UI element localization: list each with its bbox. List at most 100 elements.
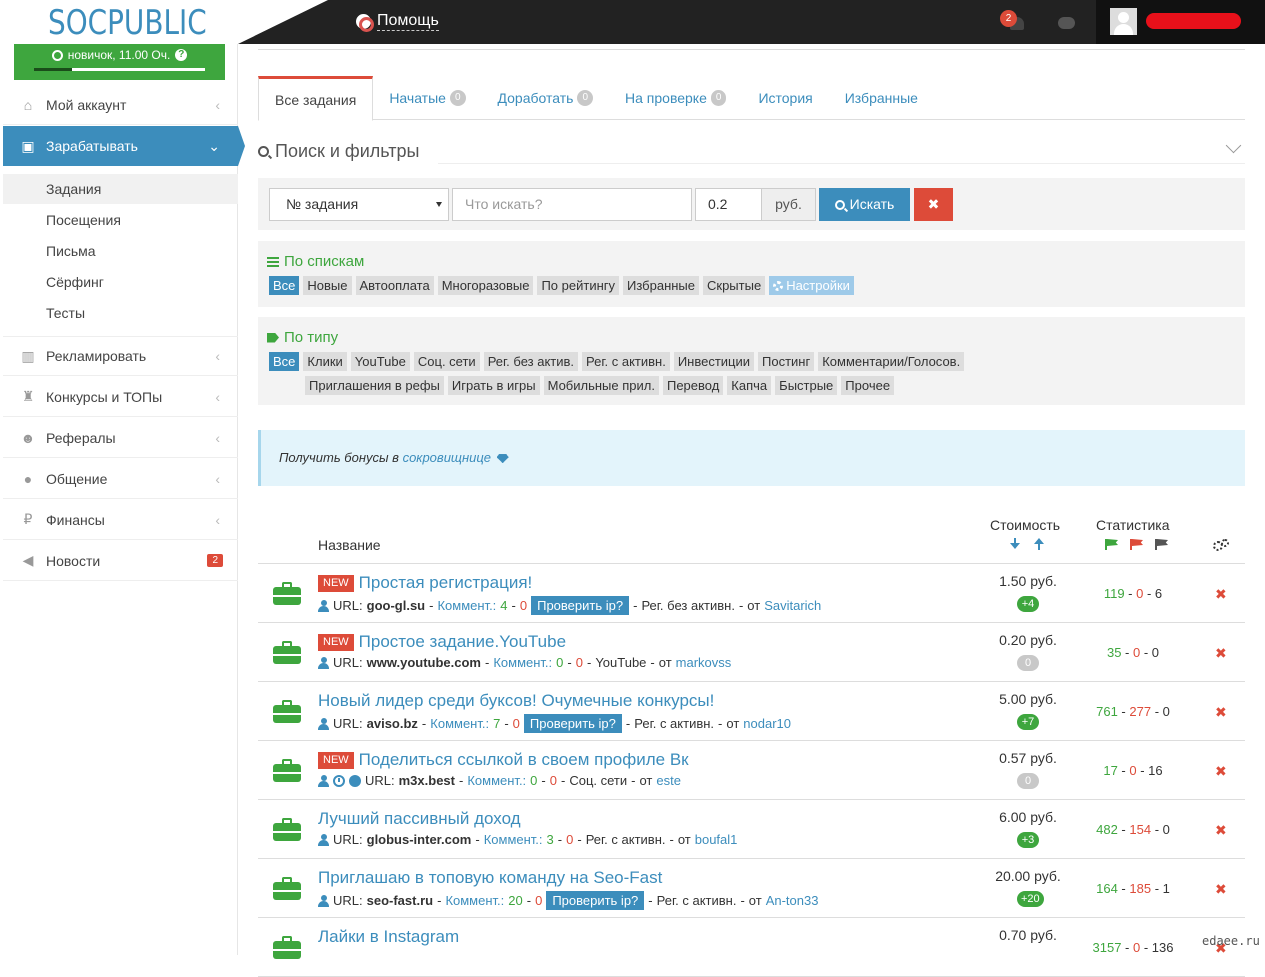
task-stats: 482 - 154 - 0 xyxy=(1078,822,1188,837)
check-ip-button[interactable]: Проверить ip? xyxy=(523,714,622,733)
chip-hidden[interactable]: Скрытые xyxy=(703,276,766,295)
hide-task-button[interactable]: ✖ xyxy=(1215,586,1227,603)
task-title[interactable]: Приглашаю в топовую команду на Seo-Fast xyxy=(318,868,662,888)
help-icon[interactable]: ? xyxy=(175,49,188,61)
sidebar-subitem-tasks[interactable]: Задания xyxy=(3,174,238,204)
tab-on-review[interactable]: На проверке 0 xyxy=(609,76,742,120)
user-icon xyxy=(318,717,329,730)
search-button[interactable]: Искать xyxy=(819,188,910,221)
chip-type-youtube[interactable]: YouTube xyxy=(350,352,410,371)
task-stats: 35 - 0 - 0 xyxy=(1078,645,1188,660)
chip-type-posting[interactable]: Постинг xyxy=(758,352,815,371)
tab-all-tasks[interactable]: Все задания xyxy=(258,76,374,121)
task-title-text: Лайки в Instagram xyxy=(318,927,460,946)
chip-favorites[interactable]: Избранные xyxy=(623,276,699,295)
tab-label: Доработать xyxy=(497,90,574,106)
author-link[interactable]: nodar10 xyxy=(743,716,791,731)
check-ip-button[interactable]: Проверить ip? xyxy=(546,891,645,910)
chip-type-invite[interactable]: Приглашения в рефы xyxy=(305,376,444,395)
comments-link[interactable]: Коммент.: xyxy=(493,655,552,670)
sidebar-item-news[interactable]: ◀ Новости 2 xyxy=(3,541,238,581)
sidebar-item-advertise[interactable]: ▥ Рекламировать ‹ xyxy=(3,336,238,376)
settings-chip[interactable]: Настройки xyxy=(769,276,854,295)
check-ip-button[interactable]: Проверить ip? xyxy=(531,596,630,615)
chip-type-all[interactable]: Все xyxy=(269,352,300,371)
comments-negative: 0 xyxy=(535,893,543,908)
sidebar-item-contests[interactable]: ♜ Конкурсы и ТОПы ‹ xyxy=(3,377,238,417)
author-link[interactable]: este xyxy=(656,773,681,788)
comments-link[interactable]: Коммент.: xyxy=(484,832,543,847)
chip-type-translate[interactable]: Перевод xyxy=(662,376,724,395)
chip-by-rating[interactable]: По рейтингу xyxy=(537,276,619,295)
comments-link[interactable]: Коммент.: xyxy=(430,716,489,731)
task-title[interactable]: NEW Простое задание.YouTube xyxy=(318,632,566,652)
sidebar-item-earn[interactable]: ▣ Зарабатывать ⌄ xyxy=(3,126,245,166)
sort-desc-icon[interactable] xyxy=(1010,538,1020,550)
chip-type-comments[interactable]: Комментарии/Голосов. xyxy=(818,352,965,371)
chip-type-captcha[interactable]: Капча xyxy=(727,376,772,395)
clear-button[interactable]: ✖ xyxy=(914,188,953,221)
url-label: URL: xyxy=(333,716,363,731)
tab-rework[interactable]: Доработать 0 xyxy=(482,76,610,120)
comments-link[interactable]: Коммент.: xyxy=(445,893,504,908)
task-title[interactable]: Новый лидер среди буксов! Очумечные конк… xyxy=(318,691,714,711)
search-input[interactable]: Что искать? xyxy=(452,188,692,221)
comments-link[interactable]: Коммент.: xyxy=(437,598,496,613)
chevron-left-icon: ‹ xyxy=(215,96,220,113)
comments-link[interactable]: Коммент.: xyxy=(467,773,526,788)
sidebar-subitem-visits[interactable]: Посещения xyxy=(3,205,238,235)
search-field-select[interactable]: № задания xyxy=(269,188,449,221)
author-link[interactable]: Savitarich xyxy=(764,598,821,613)
tab-history[interactable]: История xyxy=(742,76,828,120)
tab-favorites[interactable]: Избранные xyxy=(829,76,934,120)
sidebar-item-referrals[interactable]: ☻ Рефералы ‹ xyxy=(3,418,238,458)
chip-type-clicks[interactable]: Клики xyxy=(303,352,347,371)
price-input[interactable]: 0.2 xyxy=(695,188,762,221)
chip-type-games[interactable]: Играть в игры xyxy=(447,376,540,395)
hide-task-button[interactable]: ✖ xyxy=(1215,645,1227,662)
task-title[interactable]: NEW Простая регистрация! xyxy=(318,573,532,593)
chip-all[interactable]: Все xyxy=(269,276,300,295)
chip-type-social[interactable]: Соц. сети xyxy=(413,352,480,371)
author-link[interactable]: An-ton33 xyxy=(766,893,819,908)
hide-task-button[interactable]: ✖ xyxy=(1215,763,1227,780)
task-title[interactable]: Лайки в Instagram xyxy=(318,927,459,947)
sidebar-item-account[interactable]: ⌂ Мой аккаунт ‹ xyxy=(3,85,238,125)
task-title[interactable]: Лучший пассивный доход xyxy=(318,809,521,829)
hide-task-button[interactable]: ✖ xyxy=(1215,881,1227,898)
logo[interactable]: SOCPUBLIC xyxy=(0,0,238,44)
user-menu[interactable] xyxy=(1096,0,1265,44)
gears-icon[interactable] xyxy=(1213,539,1229,551)
chip-reusable[interactable]: Многоразовые xyxy=(437,276,534,295)
chat-icon[interactable] xyxy=(1058,17,1075,29)
task-title[interactable]: NEW Поделиться ссылкой в своем профиле Вк xyxy=(318,750,689,770)
briefcase-icon xyxy=(273,877,301,900)
hide-task-button[interactable]: ✖ xyxy=(1215,704,1227,721)
hide-task-button[interactable]: ✖ xyxy=(1215,822,1227,839)
author-link[interactable]: markovss xyxy=(676,655,732,670)
sidebar-subitem-surfing[interactable]: Сёрфинг xyxy=(3,267,238,297)
chevron-down-icon[interactable] xyxy=(1225,137,1242,154)
sidebar-item-communication[interactable]: ● Общение ‹ xyxy=(3,459,238,499)
sidebar-subitem-tests[interactable]: Тесты xyxy=(3,298,238,328)
task-meta: URL: seo-fast.ru - Коммент.: 20-0 Проверить i… xyxy=(318,891,818,910)
notifications-button[interactable]: 2 xyxy=(1000,10,1026,32)
url-label: URL: xyxy=(333,893,363,908)
sort-asc-icon[interactable] xyxy=(1034,538,1044,550)
chip-type-reg-no-active[interactable]: Рег. без актив. xyxy=(483,352,579,371)
chip-autopay[interactable]: Автооплата xyxy=(355,276,434,295)
sidebar-subitem-letters[interactable]: Письма xyxy=(3,236,238,266)
author-link[interactable]: boufal1 xyxy=(695,832,738,847)
chip-new[interactable]: Новые xyxy=(303,276,352,295)
tab-started[interactable]: Начатые 0 xyxy=(373,76,481,120)
chip-type-reg-active[interactable]: Рег. с активн. xyxy=(582,352,670,371)
chip-type-fast[interactable]: Быстрые xyxy=(775,376,838,395)
chip-type-investments[interactable]: Инвестиции xyxy=(673,352,755,371)
filters-toggle[interactable]: Поиск и фильтры xyxy=(258,141,419,162)
level-progress-fill xyxy=(34,68,72,71)
help-link[interactable]: Помощь xyxy=(356,12,439,32)
treasury-link[interactable]: сокровищнице xyxy=(403,450,491,465)
chip-type-mobile[interactable]: Мобильные прил. xyxy=(543,376,659,395)
chip-type-other[interactable]: Прочее xyxy=(841,376,895,395)
sidebar-item-finance[interactable]: ₽ Финансы ‹ xyxy=(3,500,238,540)
